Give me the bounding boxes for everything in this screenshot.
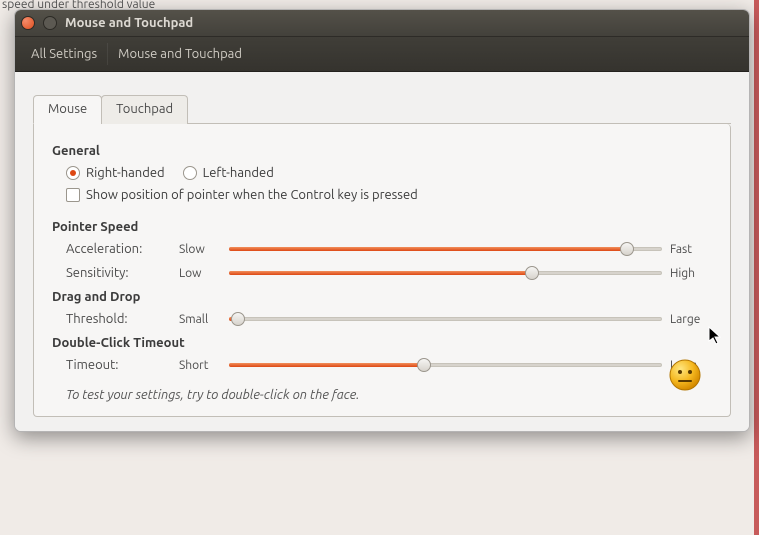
breadcrumb-current[interactable]: Mouse and Touchpad xyxy=(107,43,252,65)
slider-fill xyxy=(229,363,424,367)
row-acceleration: Acceleration: Slow Fast xyxy=(66,242,712,256)
sensitivity-high: High xyxy=(670,267,712,280)
threshold-low: Small xyxy=(179,313,221,326)
acceleration-low: Slow xyxy=(179,243,221,256)
radio-right-label: Right-handed xyxy=(86,166,165,180)
timeout-low: Short xyxy=(179,359,221,372)
minimize-icon[interactable] xyxy=(43,16,57,30)
tab-bar: Mouse Touchpad xyxy=(33,94,731,124)
test-hint: To test your settings, try to double-cli… xyxy=(66,388,712,402)
radio-icon xyxy=(66,166,80,180)
sensitivity-label: Sensitivity: xyxy=(66,266,171,280)
slider-fill xyxy=(229,271,532,275)
timeout-slider[interactable] xyxy=(229,358,662,372)
sensitivity-slider[interactable] xyxy=(229,266,662,280)
content-area: Mouse Touchpad General Right-handed Left… xyxy=(15,72,749,431)
section-general-title: General xyxy=(52,144,712,158)
radio-right-handed[interactable]: Right-handed xyxy=(66,166,165,180)
window-title: Mouse and Touchpad xyxy=(65,16,193,30)
breadcrumb-all-settings[interactable]: All Settings xyxy=(21,43,107,65)
slider-fill xyxy=(229,247,627,251)
radio-left-label: Left-handed xyxy=(203,166,274,180)
threshold-high: Large xyxy=(670,313,712,326)
settings-window: Mouse and Touchpad All Settings Mouse an… xyxy=(14,9,750,432)
threshold-label: Threshold: xyxy=(66,312,171,326)
section-pointer-speed-title: Pointer Speed xyxy=(52,220,712,234)
close-icon[interactable] xyxy=(21,16,35,30)
titlebar[interactable]: Mouse and Touchpad xyxy=(15,10,749,37)
checkbox-show-pointer[interactable]: Show position of pointer when the Contro… xyxy=(66,188,418,202)
slider-thumb-icon[interactable] xyxy=(417,358,431,372)
tab-mouse[interactable]: Mouse xyxy=(33,95,102,124)
slider-thumb-icon[interactable] xyxy=(620,242,634,256)
radio-icon xyxy=(183,166,197,180)
checkbox-show-pointer-label: Show position of pointer when the Contro… xyxy=(86,188,418,202)
radio-left-handed[interactable]: Left-handed xyxy=(183,166,274,180)
row-sensitivity: Sensitivity: Low High xyxy=(66,266,712,280)
section-double-click-title: Double-Click Timeout xyxy=(52,336,712,350)
right-edge-decor xyxy=(754,0,759,535)
timeout-label: Timeout: xyxy=(66,358,171,372)
test-face-icon[interactable] xyxy=(668,358,702,392)
acceleration-slider[interactable] xyxy=(229,242,662,256)
slider-thumb-icon[interactable] xyxy=(231,312,245,326)
mouse-panel: General Right-handed Left-handed Show po… xyxy=(33,124,731,417)
acceleration-high: Fast xyxy=(670,243,712,256)
acceleration-label: Acceleration: xyxy=(66,242,171,256)
slider-track xyxy=(229,317,662,321)
row-threshold: Threshold: Small Large xyxy=(66,312,712,326)
threshold-slider[interactable] xyxy=(229,312,662,326)
row-timeout: Timeout: Short Long xyxy=(66,358,712,372)
breadcrumb: All Settings Mouse and Touchpad xyxy=(15,37,749,72)
tab-touchpad[interactable]: Touchpad xyxy=(101,95,188,124)
sensitivity-low: Low xyxy=(179,267,221,280)
slider-thumb-icon[interactable] xyxy=(525,266,539,280)
checkbox-icon xyxy=(66,188,80,202)
section-drag-drop-title: Drag and Drop xyxy=(52,290,712,304)
